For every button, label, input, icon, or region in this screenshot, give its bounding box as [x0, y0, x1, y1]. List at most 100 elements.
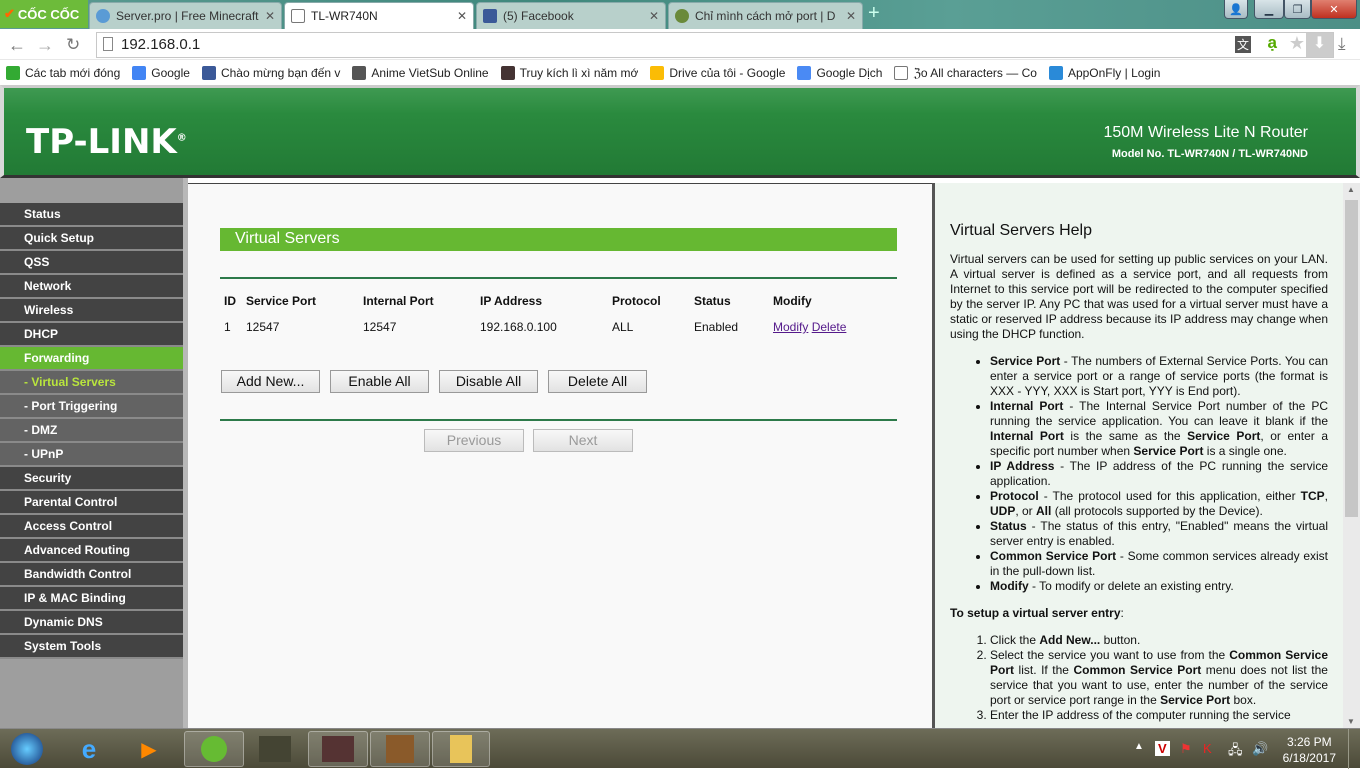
sidebar-item-quick-setup[interactable]: Quick Setup — [0, 227, 183, 251]
bookmark-item[interactable]: Truy kích lì xì năm mớ — [500, 65, 638, 80]
sidebar-item-virtual-servers[interactable]: - Virtual Servers — [0, 371, 183, 395]
sidebar-item-bandwidth-control[interactable]: Bandwidth Control — [0, 563, 183, 587]
col-status: Status — [694, 294, 731, 308]
show-hidden-icons[interactable]: ▲ — [1134, 741, 1144, 752]
help-text: (all protocols supported by the Device). — [1051, 504, 1263, 518]
antivirus-icon[interactable]: V — [1155, 741, 1170, 756]
tab-tl-wr740n[interactable]: TL-WR740N ✕ — [284, 2, 474, 29]
sidebar-item-upnp[interactable]: - UPnP — [0, 443, 183, 467]
sidebar-item-dynamic-dns[interactable]: Dynamic DNS — [0, 611, 183, 635]
close-tab-icon[interactable]: ✕ — [846, 9, 856, 23]
bookmark-label: ℨo All characters — Co — [913, 65, 1037, 80]
back-icon[interactable]: ← — [8, 35, 26, 56]
bookmark-item[interactable]: AppOnFly | Login — [1048, 65, 1160, 80]
taskbar-coccoc[interactable] — [184, 731, 244, 767]
sidebar-item-status[interactable]: Status — [0, 203, 183, 227]
vietnamese-input-icon[interactable]: ạ — [1268, 33, 1277, 53]
col-service-port: Service Port — [246, 294, 317, 308]
sidebar-item-system-tools[interactable]: System Tools — [0, 635, 183, 659]
bookmark-item[interactable]: Google — [132, 65, 190, 80]
kaspersky-icon[interactable]: K — [1203, 741, 1212, 756]
tab-title: TL-WR740N — [311, 9, 378, 23]
start-button[interactable] — [2, 731, 52, 767]
sidebar-item-wireless[interactable]: Wireless — [0, 299, 183, 323]
scroll-up-icon[interactable]: ▲ — [1347, 185, 1355, 194]
help-text: : — [1120, 606, 1124, 620]
help-scrollbar[interactable]: ▲ ▼ — [1343, 183, 1360, 728]
downloads-icon[interactable]: ⤓ — [1338, 34, 1346, 54]
close-tab-icon[interactable]: ✕ — [649, 9, 659, 23]
modify-link[interactable]: Modify — [773, 320, 808, 334]
help-text: list. If the — [1014, 663, 1074, 677]
bookmark-star-icon[interactable]: ★ — [1289, 33, 1305, 54]
sidebar-item-forwarding[interactable]: Forwarding — [0, 347, 183, 371]
sidebar-item-advanced-routing[interactable]: Advanced Routing — [0, 539, 183, 563]
url-input[interactable]: 192.168.0.1 文 ạ ★ ⬇ — [96, 32, 1334, 58]
sidebar-item-dhcp[interactable]: DHCP — [0, 323, 183, 347]
help-panel: Virtual Servers Help Virtual servers can… — [935, 183, 1343, 728]
help-term: Service Port — [990, 354, 1061, 368]
delete-link[interactable]: Delete — [812, 320, 847, 334]
sidebar-item-network[interactable]: Network — [0, 275, 183, 299]
bookmark-item[interactable]: Anime VietSub Online — [352, 65, 489, 80]
taskbar-minecraft[interactable] — [370, 731, 430, 767]
translate-icon[interactable]: 文 — [1234, 36, 1251, 53]
sidebar-item-parental-control[interactable]: Parental Control — [0, 491, 183, 515]
sidebar-item-dmz[interactable]: - DMZ — [0, 419, 183, 443]
tab-mo-port[interactable]: Chỉ mình cách mở port | D ✕ — [668, 2, 863, 29]
bookmark-item[interactable]: Google Dịch — [797, 65, 882, 80]
sidebar-item-qss[interactable]: QSS — [0, 251, 183, 275]
taskbar-explorer[interactable] — [432, 731, 490, 767]
help-text: is a single one. — [1203, 444, 1287, 458]
bookmark-item[interactable]: Chào mừng bạn đến v — [201, 65, 340, 80]
add-new-button[interactable]: Add New... — [221, 370, 320, 393]
taskbar-truy-kich-2[interactable] — [308, 731, 368, 767]
download-page-icon[interactable]: ⬇ — [1306, 33, 1333, 57]
help-term: IP Address — [990, 459, 1055, 473]
maximize-button[interactable]: ❐ — [1284, 0, 1311, 19]
sidebar-item-ip-mac-binding[interactable]: IP & MAC Binding — [0, 587, 183, 611]
tab-serverpro[interactable]: Server.pro | Free Minecraft ✕ — [89, 2, 282, 29]
bookmark-item[interactable]: Drive của tôi - Google — [650, 65, 785, 80]
coccoc-menu-button[interactable]: ✔ CỐC CỐC — [0, 0, 88, 28]
cell-modify: Modify Delete — [769, 310, 850, 344]
help-term: Status — [990, 519, 1027, 533]
reload-icon[interactable]: ↻ — [66, 35, 80, 55]
previous-button[interactable]: Previous — [424, 429, 524, 452]
bookmark-item[interactable]: Các tab mới đóng — [6, 65, 120, 80]
taskbar-truy-kich[interactable] — [248, 731, 302, 767]
minecraft-icon — [386, 735, 414, 763]
new-tab-button[interactable]: + — [868, 2, 880, 25]
volume-icon[interactable]: 🔊 — [1252, 741, 1268, 757]
clock[interactable]: 3:26 PM 6/18/2017 — [1283, 734, 1336, 766]
disable-all-button[interactable]: Disable All — [439, 370, 538, 393]
help-field-list: Service Port - The numbers of External S… — [990, 354, 1328, 594]
tab-facebook[interactable]: (5) Facebook ✕ — [476, 2, 666, 29]
delete-all-button[interactable]: Delete All — [548, 370, 647, 393]
bookmark-item[interactable]: ℨo All characters — Co — [894, 65, 1037, 80]
help-text: box. — [1230, 693, 1257, 707]
scroll-down-icon[interactable]: ▼ — [1347, 717, 1355, 726]
enable-all-button[interactable]: Enable All — [330, 370, 429, 393]
help-text: - To modify or delete an existing entry. — [1028, 579, 1234, 593]
profile-button[interactable]: 👤 — [1224, 0, 1248, 19]
model-number: Model No. TL-WR740N / TL-WR740ND — [1111, 148, 1308, 160]
sidebar-item-security[interactable]: Security — [0, 467, 183, 491]
help-text: , or — [1015, 504, 1037, 518]
minimize-button[interactable]: ▁ — [1254, 0, 1284, 19]
forward-icon[interactable]: → — [36, 35, 54, 56]
sidebar-item-access-control[interactable]: Access Control — [0, 515, 183, 539]
close-tab-icon[interactable]: ✕ — [265, 9, 275, 23]
help-title: Virtual Servers Help — [950, 222, 1092, 239]
scrollbar-thumb[interactable] — [1345, 200, 1358, 517]
sidebar-item-port-triggering[interactable]: - Port Triggering — [0, 395, 183, 419]
action-center-icon[interactable]: ⚑ — [1180, 741, 1192, 757]
taskbar-media-player[interactable]: ▶ — [122, 731, 176, 767]
show-desktop-button[interactable] — [1348, 729, 1360, 769]
taskbar-internet-explorer[interactable]: e — [62, 731, 116, 767]
close-tab-icon[interactable]: ✕ — [457, 9, 467, 23]
network-icon[interactable]: 🖧 — [1228, 741, 1243, 763]
folder-icon — [450, 735, 472, 763]
close-window-button[interactable]: ✕ — [1311, 0, 1357, 19]
next-button[interactable]: Next — [533, 429, 633, 452]
